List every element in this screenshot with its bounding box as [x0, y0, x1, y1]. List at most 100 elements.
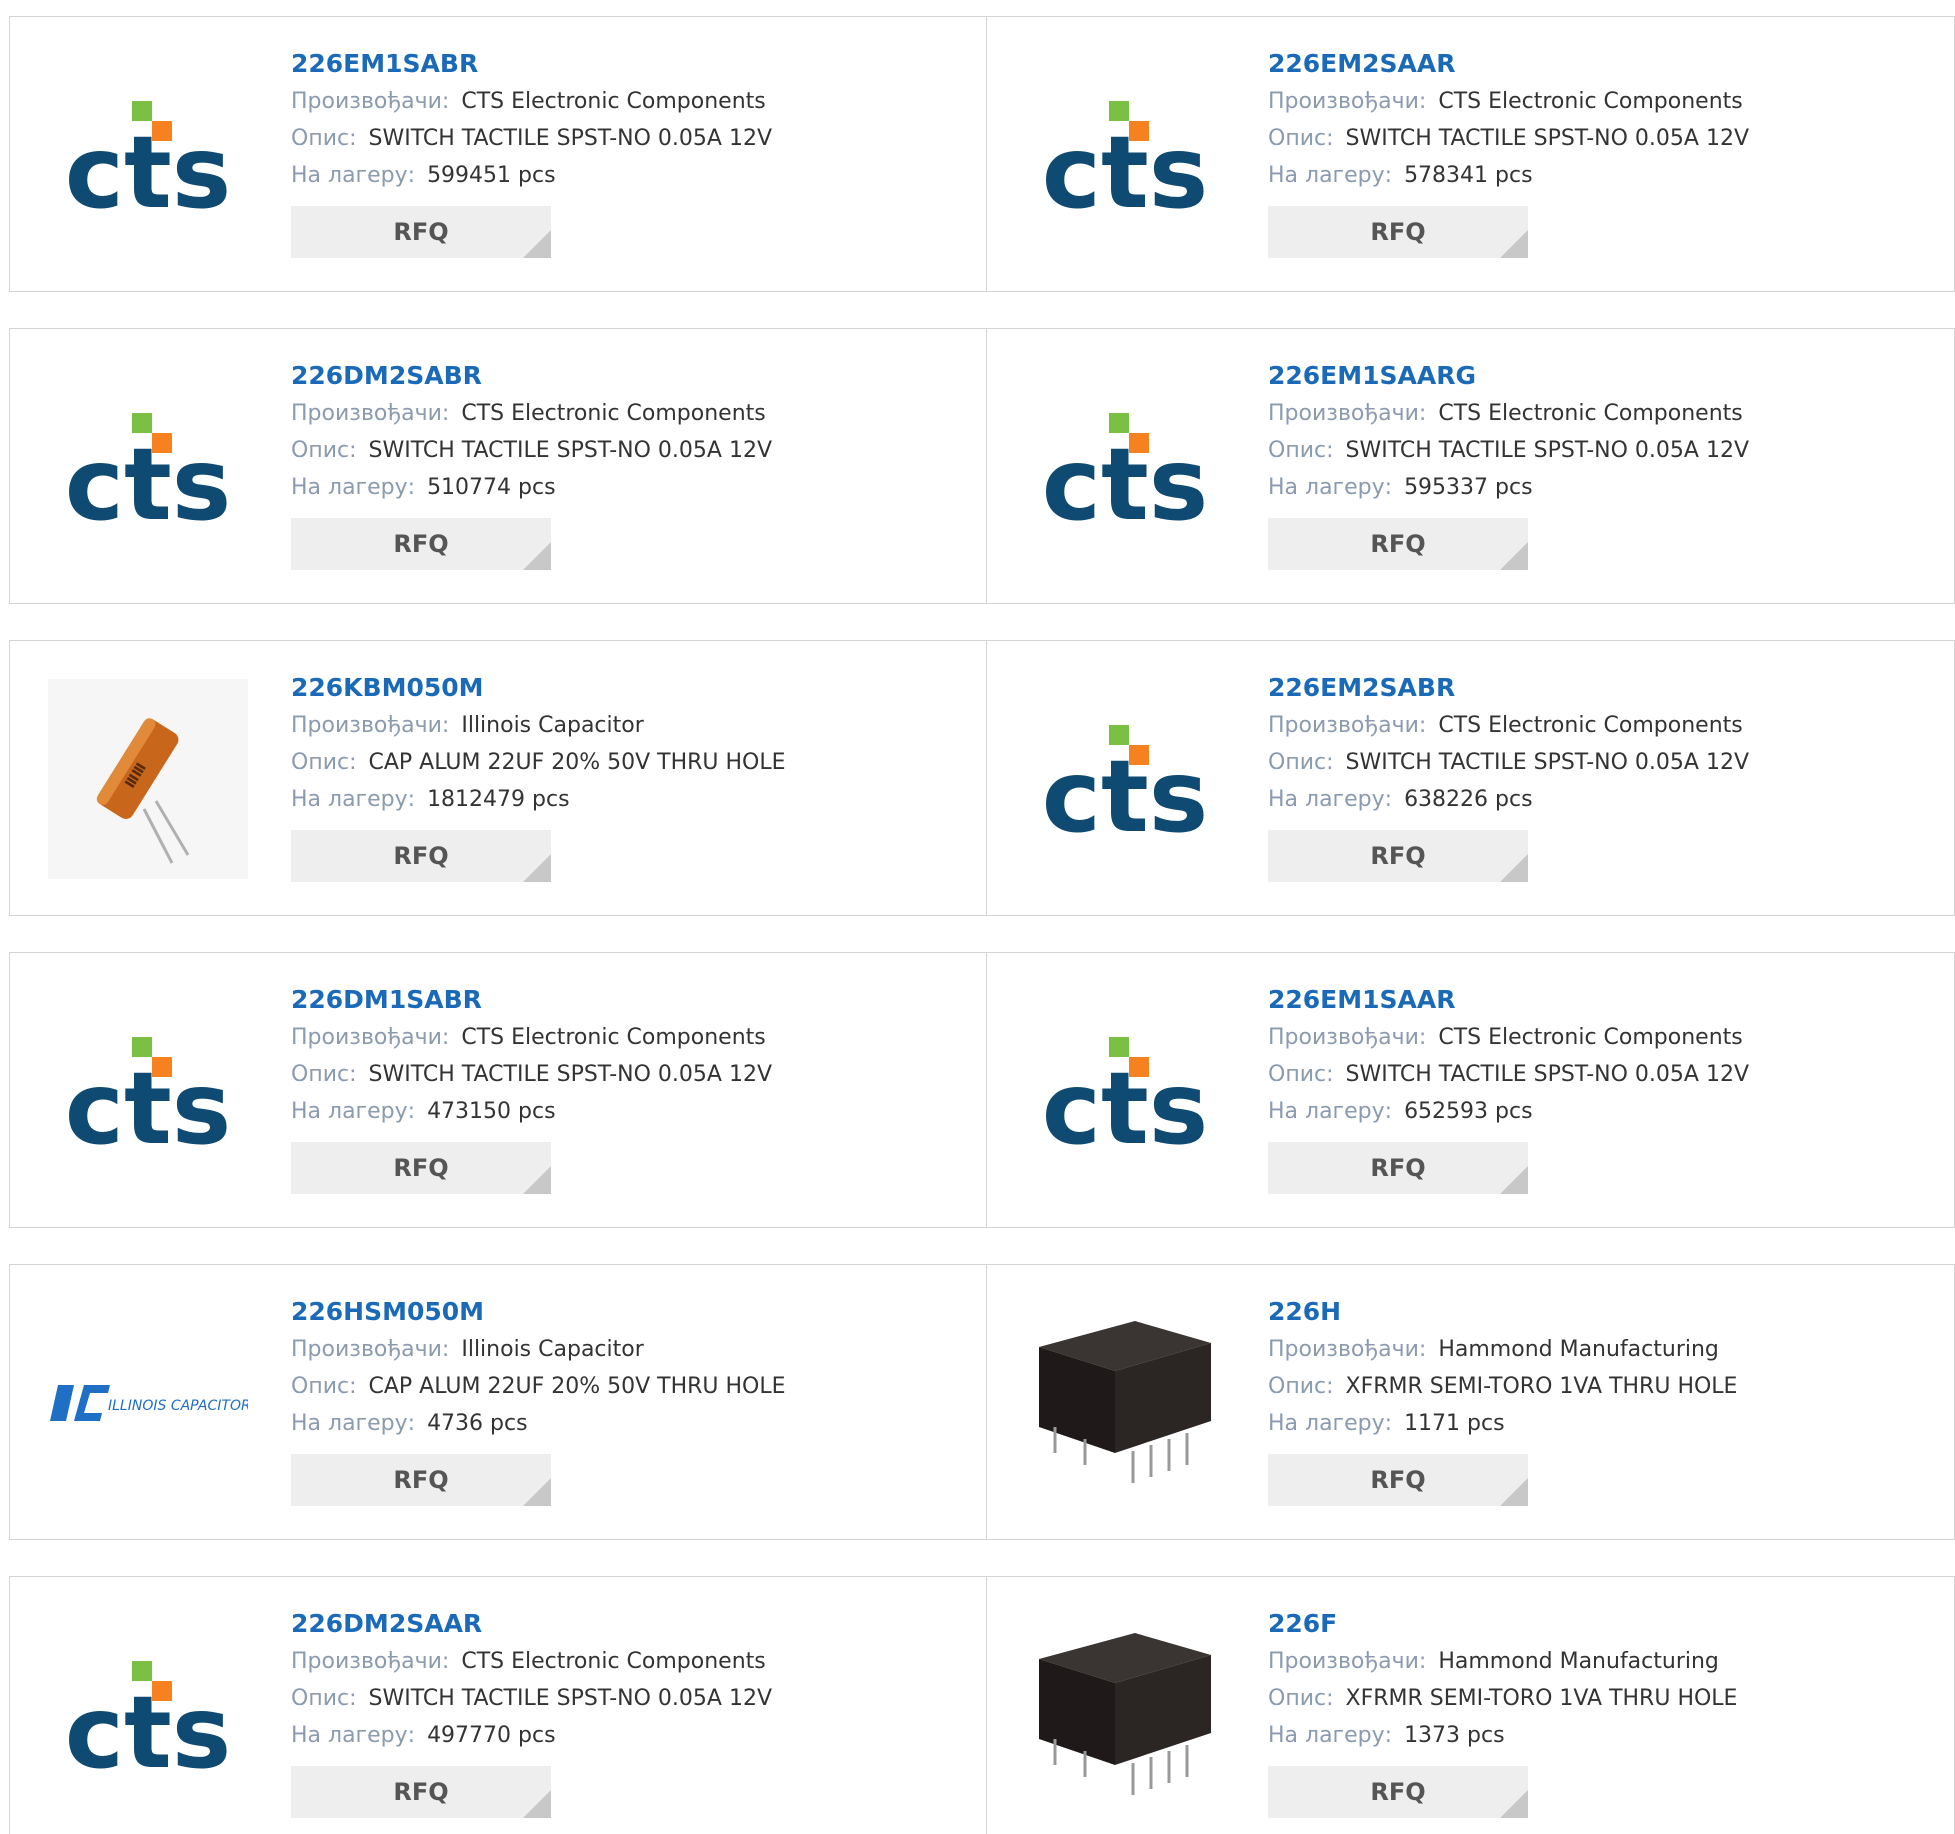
rfq-button[interactable]: RFQ	[291, 206, 551, 258]
product-info: 226EM1SABR Произвођачи: CTS Electronic Co…	[291, 45, 772, 258]
product-card: cts 226DM2SAAR Произвођачи: CTS Electroni…	[9, 1576, 987, 1834]
part-number-link[interactable]: 226DM2SABR	[291, 357, 772, 395]
svg-text:cts: cts	[1042, 426, 1209, 527]
manufacturer-line: Произвођачи: CTS Electronic Components	[291, 1643, 772, 1680]
transformer-photo-icon[interactable]	[1025, 1615, 1225, 1815]
rfq-label: RFQ	[393, 1154, 449, 1182]
description-label: Опис:	[1268, 1686, 1334, 1711]
cts-logo-icon[interactable]: cts	[48, 367, 248, 567]
rfq-button[interactable]: RFQ	[1268, 830, 1528, 882]
product-row: cts 226DM2SAAR Произвођачи: CTS Electroni…	[9, 1576, 1955, 1834]
description-line: Опис: SWITCH TACTILE SPST-NO 0.05A 12V	[1268, 1056, 1749, 1093]
stock-value: 510774 pcs	[427, 475, 556, 500]
part-number-link[interactable]: 226DM2SAAR	[291, 1605, 772, 1643]
product-info: 226DM2SABR Произвођачи: CTS Electronic Co…	[291, 357, 772, 570]
manufacturer-label: Произвођачи:	[291, 1337, 450, 1362]
product-card: 226H Произвођачи: Hammond Manufacturing О…	[986, 1264, 1955, 1540]
part-number-link[interactable]: 226HSM050M	[291, 1293, 786, 1331]
product-row: cts 226EM1SABR Произвођачи: CTS Electroni…	[9, 16, 1955, 292]
description-label: Опис:	[291, 126, 357, 151]
description-line: Опис: SWITCH TACTILE SPST-NO 0.05A 12V	[291, 432, 772, 469]
description-label: Опис:	[291, 750, 357, 775]
rfq-label: RFQ	[1370, 1466, 1426, 1494]
cts-logo-icon[interactable]: cts	[1025, 55, 1225, 255]
cts-logo-icon[interactable]: cts	[48, 991, 248, 1191]
description-line: Опис: CAP ALUM 22UF 20% 50V THRU HOLE	[291, 1368, 786, 1405]
manufacturer-value: Illinois Capacitor	[461, 1337, 644, 1362]
capacitor-photo-icon[interactable]: ⅢⅢ	[48, 679, 248, 879]
stock-line: На лагеру: 578341 pcs	[1268, 157, 1749, 194]
description-value: SWITCH TACTILE SPST-NO 0.05A 12V	[1345, 1062, 1749, 1087]
rfq-label: RFQ	[393, 842, 449, 870]
product-info: 226KBM050M Произвођачи: Illinois Capacito…	[291, 669, 786, 882]
product-info: 226EM2SABR Произвођачи: CTS Electronic Co…	[1268, 669, 1749, 882]
rfq-button[interactable]: RFQ	[291, 1142, 551, 1194]
svg-text:cts: cts	[65, 1674, 232, 1775]
rfq-label: RFQ	[1370, 842, 1426, 870]
manufacturer-value: CTS Electronic Components	[1438, 401, 1743, 426]
description-value: SWITCH TACTILE SPST-NO 0.05A 12V	[368, 438, 772, 463]
product-info: 226DM2SAAR Произвођачи: CTS Electronic Co…	[291, 1605, 772, 1818]
description-label: Опис:	[291, 1686, 357, 1711]
cts-logo-icon[interactable]: cts	[48, 55, 248, 255]
stock-value: 497770 pcs	[427, 1723, 556, 1748]
stock-line: На лагеру: 1812479 pcs	[291, 781, 786, 818]
part-number-link[interactable]: 226EM1SABR	[291, 45, 772, 83]
part-number-link[interactable]: 226F	[1268, 1605, 1737, 1643]
corner-triangle-icon	[523, 230, 551, 258]
rfq-button[interactable]: RFQ	[1268, 518, 1528, 570]
stock-label: На лагеру:	[1268, 163, 1393, 188]
manufacturer-label: Произвођачи:	[291, 1025, 450, 1050]
stock-label: На лагеру:	[291, 163, 416, 188]
rfq-button[interactable]: RFQ	[1268, 1454, 1528, 1506]
cts-logo-icon[interactable]: cts	[48, 1615, 248, 1815]
rfq-button[interactable]: RFQ	[1268, 206, 1528, 258]
description-value: XFRMR SEMI-TORO 1VA THRU HOLE	[1345, 1686, 1738, 1711]
description-line: Опис: SWITCH TACTILE SPST-NO 0.05A 12V	[1268, 432, 1749, 469]
rfq-button[interactable]: RFQ	[1268, 1766, 1528, 1818]
corner-triangle-icon	[523, 854, 551, 882]
description-line: Опис: CAP ALUM 22UF 20% 50V THRU HOLE	[291, 744, 786, 781]
cts-logo-icon[interactable]: cts	[1025, 991, 1225, 1191]
part-number-link[interactable]: 226EM2SABR	[1268, 669, 1749, 707]
svg-text:cts: cts	[65, 426, 232, 527]
svg-text:cts: cts	[1042, 738, 1209, 839]
manufacturer-label: Произвођачи:	[291, 713, 450, 738]
part-number-link[interactable]: 226EM1SAARG	[1268, 357, 1749, 395]
corner-triangle-icon	[523, 1166, 551, 1194]
manufacturer-value: Illinois Capacitor	[461, 713, 644, 738]
product-card: cts 226EM1SAAR Произвођачи: CTS Electroni…	[986, 952, 1955, 1228]
illinois-capacitor-logo-icon[interactable]: ILLINOIS CAPACITOR, INC.	[48, 1303, 248, 1503]
stock-label: На лагеру:	[291, 787, 416, 812]
rfq-button[interactable]: RFQ	[291, 1454, 551, 1506]
corner-triangle-icon	[1500, 230, 1528, 258]
corner-triangle-icon	[1500, 1478, 1528, 1506]
part-number-link[interactable]: 226EM1SAAR	[1268, 981, 1749, 1019]
logo-text: ILLINOIS CAPACITOR, INC.	[108, 1398, 248, 1414]
manufacturer-label: Произвођачи:	[1268, 1649, 1427, 1674]
product-info: 226EM2SAAR Произвођачи: CTS Electronic Co…	[1268, 45, 1749, 258]
cts-logo-icon[interactable]: cts	[1025, 367, 1225, 567]
product-row: ⅢⅢ 226KBM050M Произвођачи: Illinois Capac…	[9, 640, 1955, 916]
part-number-link[interactable]: 226DM1SABR	[291, 981, 772, 1019]
part-number-link[interactable]: 226KBM050M	[291, 669, 786, 707]
part-number-link[interactable]: 226H	[1268, 1293, 1737, 1331]
cts-logo-icon[interactable]: cts	[1025, 679, 1225, 879]
manufacturer-value: CTS Electronic Components	[461, 1025, 766, 1050]
rfq-button[interactable]: RFQ	[291, 830, 551, 882]
stock-label: На лагеру:	[1268, 1099, 1393, 1124]
part-number-link[interactable]: 226EM2SAAR	[1268, 45, 1749, 83]
transformer-photo-icon[interactable]	[1025, 1303, 1225, 1503]
description-line: Опис: SWITCH TACTILE SPST-NO 0.05A 12V	[291, 1056, 772, 1093]
stock-line: На лагеру: 599451 pcs	[291, 157, 772, 194]
manufacturer-label: Произвођачи:	[1268, 401, 1427, 426]
rfq-button[interactable]: RFQ	[291, 1766, 551, 1818]
rfq-button[interactable]: RFQ	[1268, 1142, 1528, 1194]
description-value: SWITCH TACTILE SPST-NO 0.05A 12V	[368, 1686, 772, 1711]
manufacturer-line: Произвођачи: CTS Electronic Components	[1268, 707, 1749, 744]
stock-value: 595337 pcs	[1404, 475, 1533, 500]
description-line: Опис: XFRMR SEMI-TORO 1VA THRU HOLE	[1268, 1368, 1737, 1405]
rfq-button[interactable]: RFQ	[291, 518, 551, 570]
stock-label: На лагеру:	[291, 1723, 416, 1748]
manufacturer-value: CTS Electronic Components	[461, 1649, 766, 1674]
